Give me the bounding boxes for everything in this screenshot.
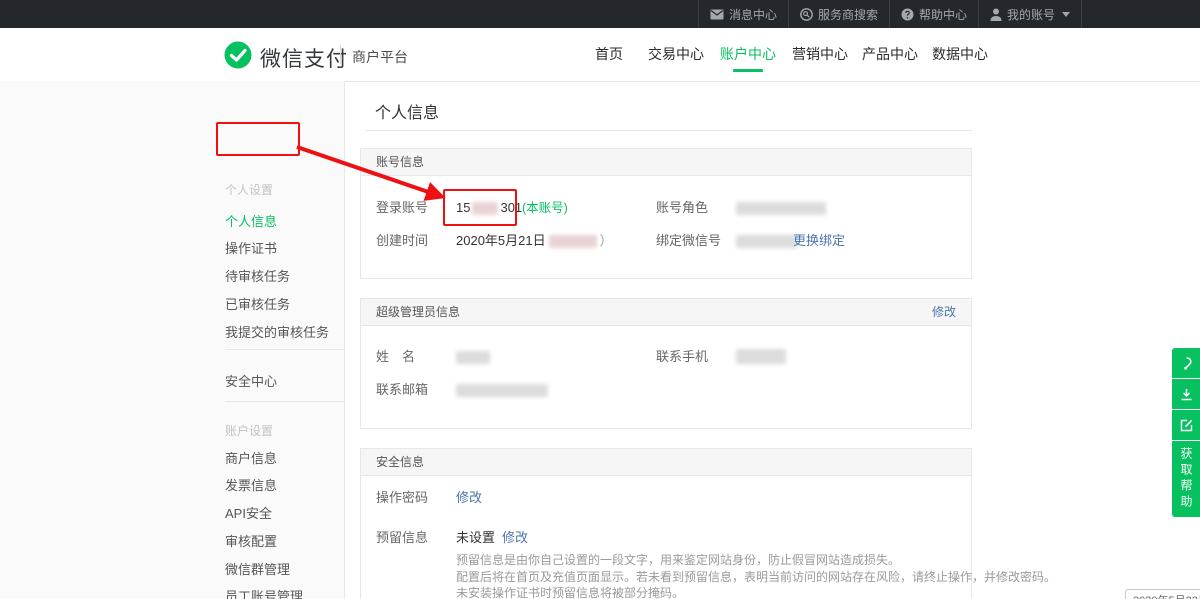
sidebar-group-personal-settings: 个人设置 <box>225 181 273 198</box>
account-role-label: 账号角色 <box>656 200 708 216</box>
site-header: 微信支付 商户平台 首页 交易中心 账户中心 营销中心 产品中心 数据中心 <box>0 28 1200 82</box>
nav-home[interactable]: 首页 <box>595 28 623 80</box>
annotation-box-sidebar-personal-info <box>216 122 300 156</box>
nav-data-center[interactable]: 数据中心 <box>932 28 988 80</box>
topbar-item-label: 帮助中心 <box>919 6 967 23</box>
sidebar-divider <box>225 401 345 402</box>
redacted-name <box>456 351 490 364</box>
security-info-panel: 安全信息 操作密码 修改 预留信息 未设置 修改 预留信息是由你自己设置的一段文… <box>360 448 972 599</box>
page-title: 个人信息 <box>375 99 439 123</box>
topbar-item-label: 我的账号 <box>1007 6 1055 23</box>
sidebar-item-operation-certificate[interactable]: 操作证书 <box>225 238 277 257</box>
annotation-box-login-account <box>443 189 517 226</box>
redacted-email <box>456 384 548 397</box>
header-divider <box>340 45 341 64</box>
reserve-info-label: 预留信息 <box>376 530 428 546</box>
sidebar-item-reviewed-tasks[interactable]: 已审核任务 <box>225 294 290 313</box>
desc-line: 预留信息是由你自己设置的一段文字，用来鉴定网站身份，防止假冒网站造成损失。 <box>456 552 1056 569</box>
admin-edit-link[interactable]: 修改 <box>932 299 956 325</box>
floating-help-menu: 获取帮助 <box>1172 348 1200 518</box>
nav-product-center[interactable]: 产品中心 <box>862 28 918 80</box>
edit-icon <box>1179 418 1194 433</box>
redacted-created-time <box>549 235 597 248</box>
download-button[interactable] <box>1172 379 1200 409</box>
sidebar-item-merchant-info[interactable]: 商户信息 <box>225 448 277 467</box>
hotline-icon <box>1179 355 1194 371</box>
wechat-pay-merchant-portal: 消息中心 服务商搜索 帮助中心 我的账号 微信支付 商户平台 首页 交易中心 账… <box>0 0 1200 599</box>
top-utility-bar: 消息中心 服务商搜索 帮助中心 我的账号 <box>0 0 1200 28</box>
operation-password-label: 操作密码 <box>376 490 428 506</box>
hotline-button[interactable] <box>1172 348 1200 378</box>
reserve-info-description: 预留信息是由你自己设置的一段文字，用来鉴定网站身份，防止假冒网站造成损失。 配置… <box>456 552 1056 599</box>
name-label: 姓 名 <box>376 349 415 365</box>
sidebar-item-wechat-group-management[interactable]: 微信群管理 <box>225 559 290 578</box>
wechat-pay-logo-icon <box>224 41 252 69</box>
title-divider <box>365 130 972 131</box>
contact-email-label: 联系邮箱 <box>376 382 428 398</box>
current-account-tag: (本账号) <box>522 200 568 216</box>
get-help-button[interactable]: 获取帮助 <box>1172 441 1200 517</box>
user-icon <box>990 8 1002 21</box>
topbar-item-label: 服务商搜索 <box>818 6 878 23</box>
reserve-status: 未设置 <box>456 530 495 546</box>
caret-down-icon <box>1062 12 1070 17</box>
redacted-wechat-id <box>736 235 798 248</box>
search-icon <box>800 8 813 21</box>
date-badge: 2020年5月22日 <box>1125 589 1200 599</box>
desc-line: 未安装操作证书时预留信息将被部分掩码。 <box>456 585 1056 599</box>
brand-name: 微信支付 <box>260 43 348 73</box>
annotation-arrow <box>294 140 454 208</box>
help-icon <box>901 8 914 21</box>
sidebar-item-my-submitted-tasks[interactable]: 我提交的审核任务 <box>225 322 329 341</box>
feedback-button[interactable] <box>1172 410 1200 440</box>
sidebar-item-invoice-info[interactable]: 发票信息 <box>225 475 277 494</box>
topbar-item-label: 消息中心 <box>729 6 777 23</box>
nav-marketing-center[interactable]: 营销中心 <box>792 28 848 80</box>
created-time-label: 创建时间 <box>376 233 428 249</box>
nav-transaction-center[interactable]: 交易中心 <box>648 28 704 80</box>
redacted-phone <box>736 349 786 364</box>
desc-line: 配置后将在首页及充值页面显示。若未看到预留信息，表明当前访问的网站存在风险，请终… <box>456 569 1056 586</box>
mail-icon <box>710 9 724 20</box>
super-admin-panel: 超级管理员信息 修改 姓 名 联系手机 联系邮箱 <box>360 298 972 429</box>
sidebar-item-security-center[interactable]: 安全中心 <box>225 371 277 390</box>
sidebar-item-pending-review-tasks[interactable]: 待审核任务 <box>225 266 290 285</box>
portal-name: 商户平台 <box>352 47 408 67</box>
contact-phone-label: 联系手机 <box>656 349 708 365</box>
password-edit-link[interactable]: 修改 <box>456 490 482 506</box>
download-icon <box>1179 387 1194 402</box>
sidebar-item-review-config[interactable]: 审核配置 <box>225 531 277 550</box>
get-help-label: 获取帮助 <box>1172 447 1200 511</box>
topbar-item-service-provider-search[interactable]: 服务商搜索 <box>788 0 889 28</box>
reserve-edit-link[interactable]: 修改 <box>502 530 528 546</box>
created-time-value: 2020年5月21日 ） <box>456 233 613 249</box>
sidebar-divider <box>225 349 345 350</box>
bound-wechat-label: 绑定微信号 <box>656 233 721 249</box>
topbar-item-help-center[interactable]: 帮助中心 <box>889 0 978 28</box>
sidebar-item-api-security[interactable]: API安全 <box>225 503 272 522</box>
panel-title: 安全信息 <box>376 455 424 469</box>
nav-account-center[interactable]: 账户中心 <box>720 28 776 80</box>
sidebar-item-personal-info[interactable]: 个人信息 <box>225 211 277 230</box>
redacted-account-role <box>736 202 826 215</box>
sidebar-group-account-settings: 账户设置 <box>225 422 273 439</box>
panel-title: 超级管理员信息 <box>376 305 460 319</box>
topbar-item-my-account[interactable]: 我的账号 <box>978 0 1082 28</box>
topbar-item-message-center[interactable]: 消息中心 <box>698 0 788 28</box>
sidebar-item-staff-account-management[interactable]: 员工账号管理 <box>225 586 303 599</box>
rebind-link[interactable]: 更换绑定 <box>793 233 845 249</box>
